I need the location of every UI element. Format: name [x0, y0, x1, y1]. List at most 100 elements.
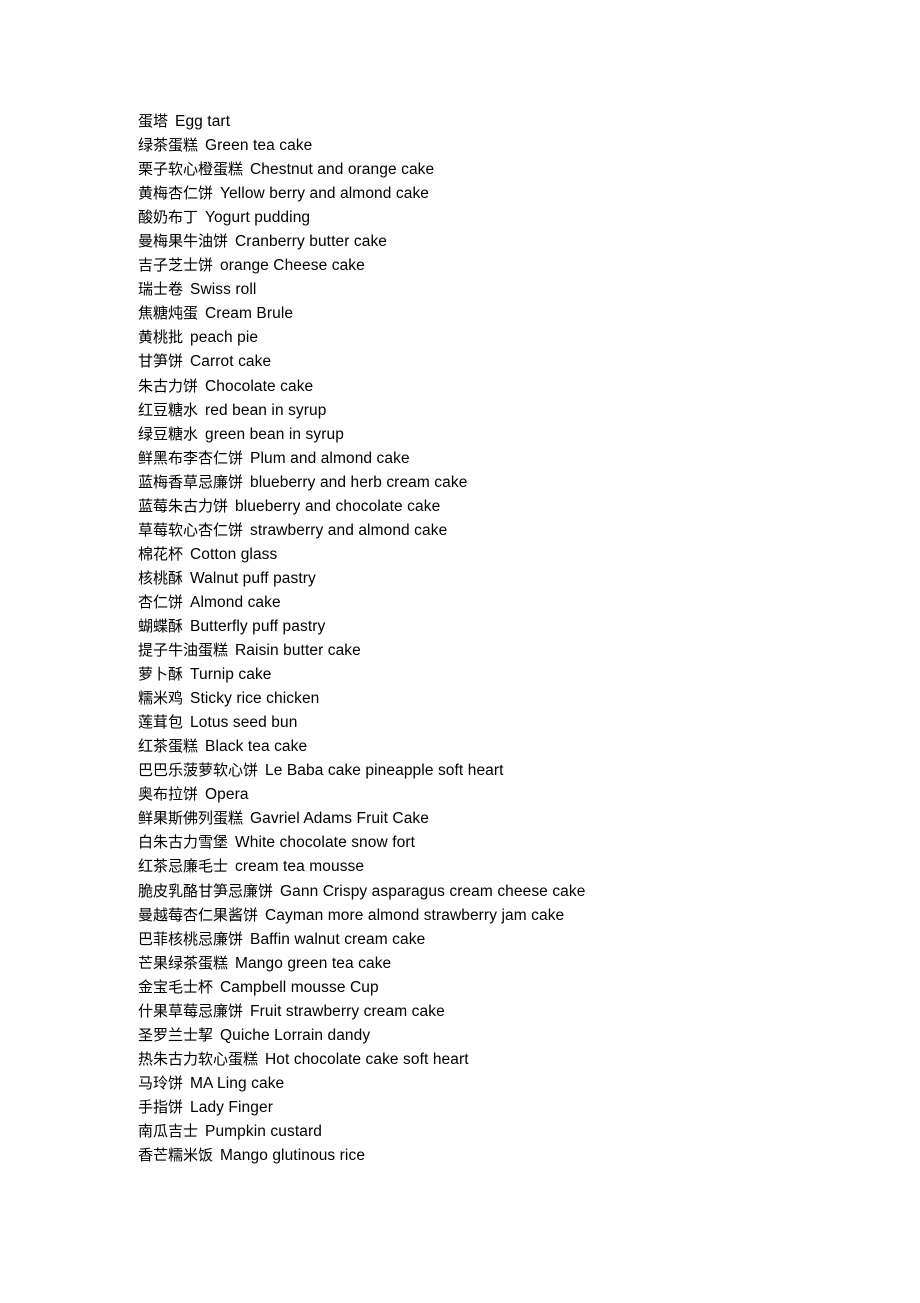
entry-term-en: White chocolate snow fort — [235, 834, 415, 852]
entry-term-zh: 黄梅杏仁饼 — [138, 184, 214, 203]
entry-term-en: Yogurt pudding — [205, 209, 311, 227]
entry-term-zh: 马玲饼 — [138, 1073, 184, 1092]
glossary-entry: 芒果绿茶蛋糕 Mango green tea cake — [138, 951, 878, 975]
entry-term-zh: 核桃酥 — [138, 568, 184, 587]
entry-term-zh: 甘笋饼 — [138, 352, 184, 371]
entry-term-zh: 巴菲核桃忌廉饼 — [138, 929, 244, 948]
glossary-entry: 栗子软心橙蛋糕 Chestnut and orange cake — [138, 157, 878, 181]
entry-term-en: Plum and almond cake — [250, 449, 410, 467]
entry-term-en: Cream Brule — [205, 305, 294, 323]
glossary-entry: 香芒糯米饭 Mango glutinous rice — [138, 1143, 878, 1167]
entry-term-en: Chestnut and orange cake — [250, 161, 435, 179]
entry-term-en: Baffin walnut cream cake — [250, 930, 426, 948]
entry-term-en: red bean in syrup — [205, 401, 327, 419]
dessert-glossary-list: 蛋塔 Egg tart 绿茶蛋糕 Green tea cake 栗子软心橙蛋糕 Chest… — [138, 109, 878, 1167]
entry-term-en: Lady Finger — [190, 1098, 273, 1116]
glossary-entry: 棉花杯 Cotton glass — [138, 542, 878, 566]
glossary-entry: 金宝毛士杯 Campbell mousse Cup — [138, 975, 878, 999]
entry-term-en: Butterfly puff pastry — [190, 617, 326, 635]
entry-term-zh: 莲茸包 — [138, 713, 184, 732]
entry-term-en: Black tea cake — [205, 738, 308, 756]
glossary-entry: 核桃酥 Walnut puff pastry — [138, 566, 878, 590]
entry-term-zh: 蛋塔 — [138, 112, 169, 130]
entry-term-zh: 蝴蝶酥 — [138, 616, 184, 635]
entry-term-zh: 鲜果斯佛列蛋糕 — [138, 809, 244, 828]
entry-term-zh: 红茶蛋糕 — [138, 737, 199, 756]
glossary-entry: 提子牛油蛋糕 Raisin butter cake — [138, 638, 878, 662]
glossary-entry: 马玲饼 MA Ling cake — [138, 1071, 878, 1095]
entry-term-zh: 草莓软心杏仁饼 — [138, 520, 244, 539]
entry-term-zh: 热朱古力软心蛋糕 — [138, 1049, 259, 1068]
entry-term-en: Raisin butter cake — [235, 642, 361, 660]
entry-term-en: Turnip cake — [190, 666, 272, 684]
entry-term-zh: 什果草莓忌廉饼 — [138, 1001, 244, 1020]
entry-term-en: peach pie — [190, 329, 259, 347]
entry-term-zh: 奥布拉饼 — [138, 785, 199, 804]
glossary-entry: 萝卜酥 Turnip cake — [138, 662, 878, 686]
glossary-entry: 巴巴乐菠萝软心饼 Le Baba cake pineapple soft hear… — [138, 758, 878, 782]
entry-term-zh: 脆皮乳酪甘笋忌廉饼 — [138, 881, 274, 900]
entry-term-en: Quiche Lorrain dandy — [220, 1026, 371, 1044]
entry-term-en: Yellow berry and almond cake — [220, 185, 430, 203]
document-page: 蛋塔 Egg tart 绿茶蛋糕 Green tea cake 栗子软心橙蛋糕 Chest… — [0, 0, 920, 1303]
entry-term-zh: 绿豆糖水 — [138, 424, 199, 443]
entry-term-en: MA Ling cake — [190, 1074, 285, 1092]
glossary-entry: 杏仁饼 Almond cake — [138, 590, 878, 614]
entry-term-en: Cotton glass — [190, 545, 278, 563]
entry-term-en: strawberry and almond cake — [250, 521, 448, 539]
glossary-entry: 甘笋饼 Carrot cake — [138, 349, 878, 373]
entry-term-en: Pumpkin custard — [205, 1122, 322, 1140]
entry-term-zh: 萝卜酥 — [138, 665, 184, 684]
entry-term-zh: 蓝莓朱古力饼 — [138, 496, 229, 515]
glossary-entry: 手指饼 Lady Finger — [138, 1095, 878, 1119]
glossary-entry: 蓝梅香草忌廉饼 blueberry and herb cream cake — [138, 470, 878, 494]
entry-term-zh: 吉子芝士饼 — [138, 256, 214, 275]
entry-term-zh: 朱古力饼 — [138, 376, 199, 395]
glossary-entry: 红豆糖水 red bean in syrup — [138, 398, 878, 422]
entry-term-en: Mango green tea cake — [235, 954, 392, 972]
entry-term-zh: 棉花杯 — [138, 544, 184, 563]
glossary-entry: 白朱古力雪堡 White chocolate snow fort — [138, 830, 878, 854]
glossary-entry: 蛋塔 Egg tart — [138, 109, 878, 133]
glossary-entry: 草莓软心杏仁饼 strawberry and almond cake — [138, 518, 878, 542]
entry-term-zh: 红茶忌廉毛士 — [138, 857, 229, 876]
entry-term-zh: 南瓜吉士 — [138, 1121, 199, 1140]
entry-term-en: Walnut puff pastry — [190, 569, 316, 587]
entry-term-zh: 杏仁饼 — [138, 592, 184, 611]
entry-term-zh: 黄桃批 — [138, 328, 184, 347]
entry-term-zh: 香芒糯米饭 — [138, 1146, 214, 1165]
entry-term-en: Hot chocolate cake soft heart — [265, 1050, 469, 1068]
entry-term-zh: 曼越莓杏仁果酱饼 — [138, 905, 259, 924]
entry-term-en: cream tea mousse — [235, 858, 365, 876]
entry-term-zh: 白朱古力雪堡 — [138, 833, 229, 852]
glossary-entry: 绿豆糖水 green bean in syrup — [138, 422, 878, 446]
entry-term-zh: 红豆糖水 — [138, 400, 199, 419]
glossary-entry: 曼越莓杏仁果酱饼 Cayman more almond strawberry ja… — [138, 903, 878, 927]
entry-term-zh: 手指饼 — [138, 1097, 184, 1116]
entry-term-zh: 曼梅果牛油饼 — [138, 232, 229, 251]
entry-term-en: Cranberry butter cake — [235, 233, 388, 251]
glossary-entry: 蝴蝶酥 Butterfly puff pastry — [138, 614, 878, 638]
glossary-entry: 圣罗兰士挈 Quiche Lorrain dandy — [138, 1023, 878, 1047]
glossary-entry: 瑞士卷 Swiss roll — [138, 277, 878, 301]
entry-term-en: Gann Crispy asparagus cream cheese cake — [280, 882, 586, 900]
entry-term-en: blueberry and chocolate cake — [235, 497, 441, 515]
glossary-entry: 什果草莓忌廉饼 Fruit strawberry cream cake — [138, 999, 878, 1023]
entry-term-zh: 巴巴乐菠萝软心饼 — [138, 761, 259, 780]
entry-term-en: green bean in syrup — [205, 425, 344, 443]
entry-term-zh: 芒果绿茶蛋糕 — [138, 953, 229, 972]
glossary-entry: 鲜果斯佛列蛋糕 Gavriel Adams Fruit Cake — [138, 806, 878, 830]
glossary-entry: 朱古力饼 Chocolate cake — [138, 374, 878, 398]
glossary-entry: 吉子芝士饼 orange Cheese cake — [138, 253, 878, 277]
glossary-entry: 奥布拉饼 Opera — [138, 782, 878, 806]
glossary-entry: 红茶蛋糕 Black tea cake — [138, 734, 878, 758]
entry-term-en: Campbell mousse Cup — [220, 978, 379, 996]
entry-term-en: Almond cake — [190, 593, 281, 611]
glossary-entry: 曼梅果牛油饼 Cranberry butter cake — [138, 229, 878, 253]
glossary-entry: 绿茶蛋糕 Green tea cake — [138, 133, 878, 157]
entry-term-en: Cayman more almond strawberry jam cake — [265, 906, 565, 924]
entry-term-zh: 金宝毛士杯 — [138, 977, 214, 996]
glossary-entry: 糯米鸡 Sticky rice chicken — [138, 686, 878, 710]
glossary-entry: 焦糖炖蛋 Cream Brule — [138, 301, 878, 325]
entry-term-en: orange Cheese cake — [220, 257, 365, 275]
